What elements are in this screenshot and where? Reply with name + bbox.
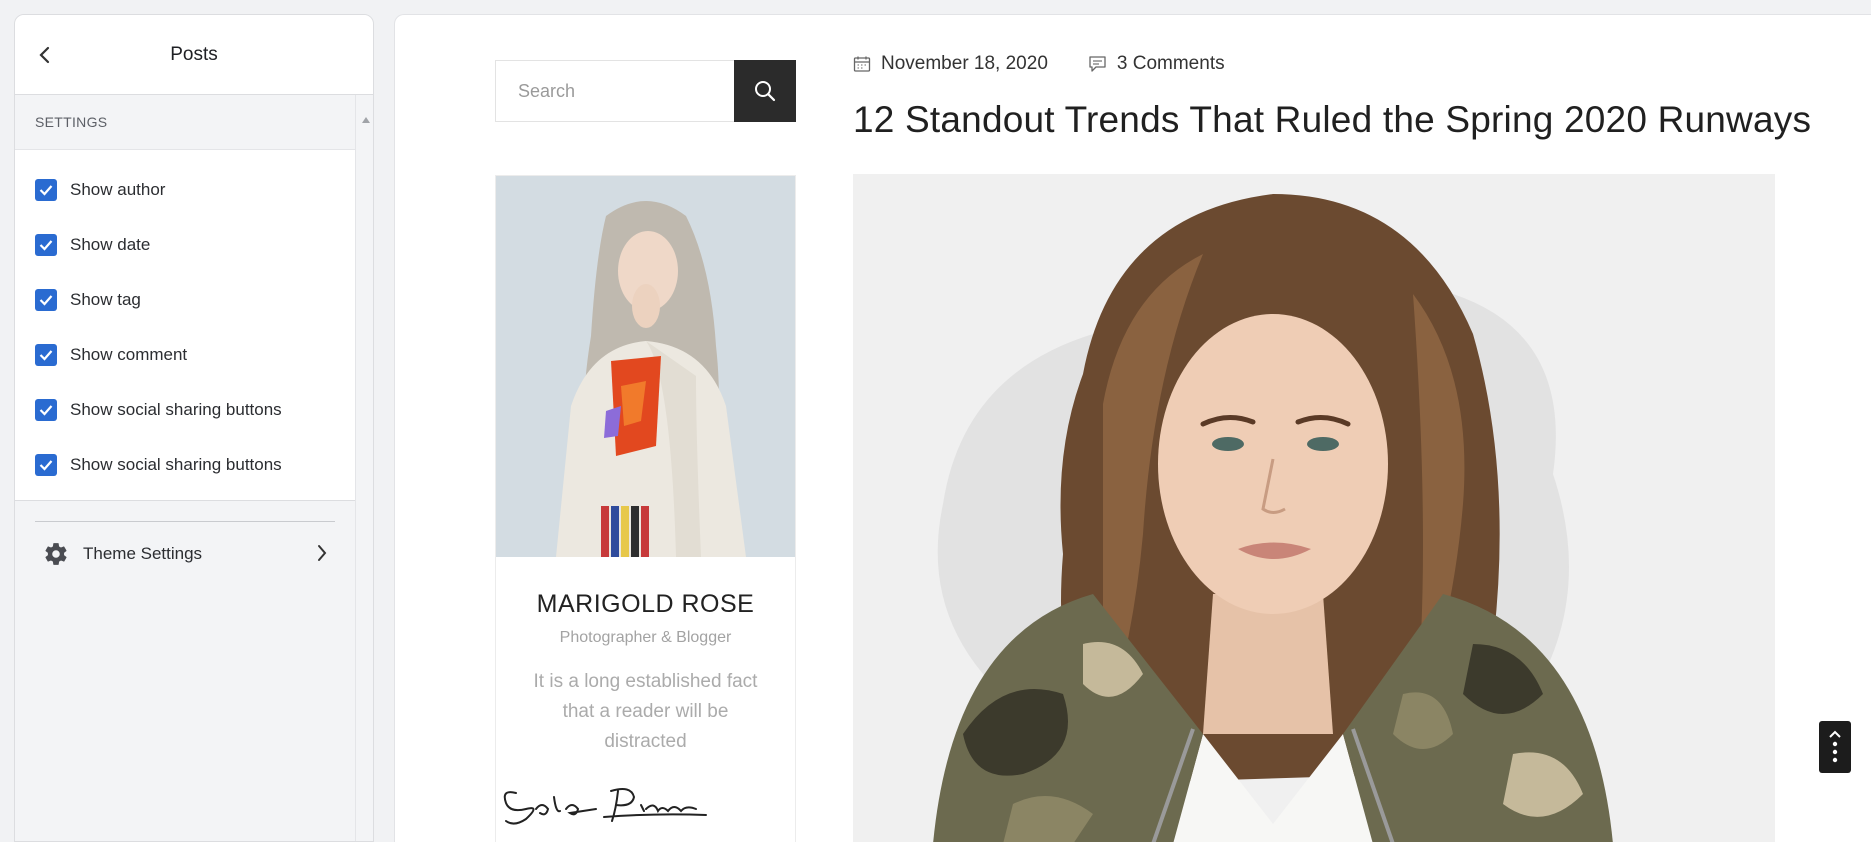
checkbox-checked[interactable]: [35, 398, 57, 421]
featured-portrait-image: [853, 174, 1775, 842]
author-photo: [496, 176, 795, 557]
gear-icon: [45, 543, 67, 565]
option-label: Show social sharing buttons: [70, 454, 282, 474]
post-comments[interactable]: 3 Comments: [1088, 53, 1225, 75]
search-bar: [495, 60, 796, 122]
checkmark-icon: [39, 294, 53, 306]
post-date[interactable]: November 18, 2020: [853, 53, 1048, 75]
author-signature-image: [503, 788, 707, 825]
option-label: Show date: [70, 234, 151, 254]
checkbox-checked[interactable]: [35, 343, 57, 366]
checkmark-icon: [39, 239, 53, 251]
option-label: Show comment: [70, 344, 188, 364]
checkmark-icon: [39, 459, 53, 471]
option-show-social-sharing-2[interactable]: Show social sharing buttons: [15, 437, 355, 492]
calendar-icon: [853, 56, 871, 72]
post-comments-text: 3 Comments: [1116, 53, 1225, 74]
chevron-right-icon: [318, 545, 327, 561]
divider: [35, 521, 335, 522]
panel-header: Posts: [15, 15, 373, 95]
checkmark-icon: [39, 184, 53, 196]
checkbox-checked[interactable]: [35, 453, 57, 476]
search-button[interactable]: [734, 60, 796, 122]
post-title[interactable]: 12 Standout Trends That Ruled the Spring…: [853, 99, 1811, 141]
search-icon: [755, 81, 776, 102]
settings-panel: Posts SETTINGS Show author Show date Sho…: [14, 14, 374, 842]
checkbox-checked[interactable]: [35, 288, 57, 311]
settings-options: Show author Show date Show tag Show comm…: [15, 150, 355, 501]
option-show-tag[interactable]: Show tag: [15, 272, 355, 327]
author-name: MARIGOLD ROSE: [536, 590, 755, 618]
option-show-author[interactable]: Show author: [15, 162, 355, 217]
author-bio: It is a long established fact that a rea…: [533, 671, 758, 752]
checkmark-icon: [39, 349, 53, 361]
option-label: Show social sharing buttons: [70, 399, 282, 419]
panel-title: Posts: [170, 43, 218, 65]
search-input[interactable]: [495, 60, 734, 122]
theme-settings-link[interactable]: Theme Settings: [15, 524, 335, 584]
author-card: MARIGOLD ROSE Photographer & Blogger It …: [495, 175, 796, 842]
checkmark-icon: [39, 404, 53, 416]
option-label: Show tag: [70, 289, 141, 309]
post-meta: November 18, 2020 3 Comments: [853, 53, 1265, 75]
chevron-left-icon: [39, 46, 50, 64]
back-button[interactable]: [33, 43, 57, 67]
option-show-date[interactable]: Show date: [15, 217, 355, 272]
author-role: Photographer & Blogger: [559, 629, 732, 646]
option-show-social-sharing[interactable]: Show social sharing buttons: [15, 382, 355, 437]
post-date-text: November 18, 2020: [881, 53, 1048, 74]
option-label: Show author: [70, 179, 166, 199]
post-featured-image[interactable]: [853, 174, 1775, 842]
theme-settings-label: Theme Settings: [83, 544, 203, 563]
scroll-to-top-button[interactable]: [1819, 721, 1851, 773]
option-show-comment[interactable]: Show comment: [15, 327, 355, 382]
preview-frame: MARIGOLD ROSE Photographer & Blogger It …: [394, 14, 1871, 842]
comment-icon: [1089, 56, 1106, 72]
more-vertical-icon: [1832, 741, 1838, 763]
author-portrait-image: [496, 176, 795, 557]
settings-section-label: SETTINGS: [15, 95, 355, 150]
scroll-up-arrow-icon[interactable]: [362, 117, 370, 123]
checkbox-checked[interactable]: [35, 233, 57, 256]
chevron-up-icon: [1829, 730, 1841, 738]
checkbox-checked[interactable]: [35, 178, 57, 201]
panel-scrollbar[interactable]: [355, 95, 373, 841]
